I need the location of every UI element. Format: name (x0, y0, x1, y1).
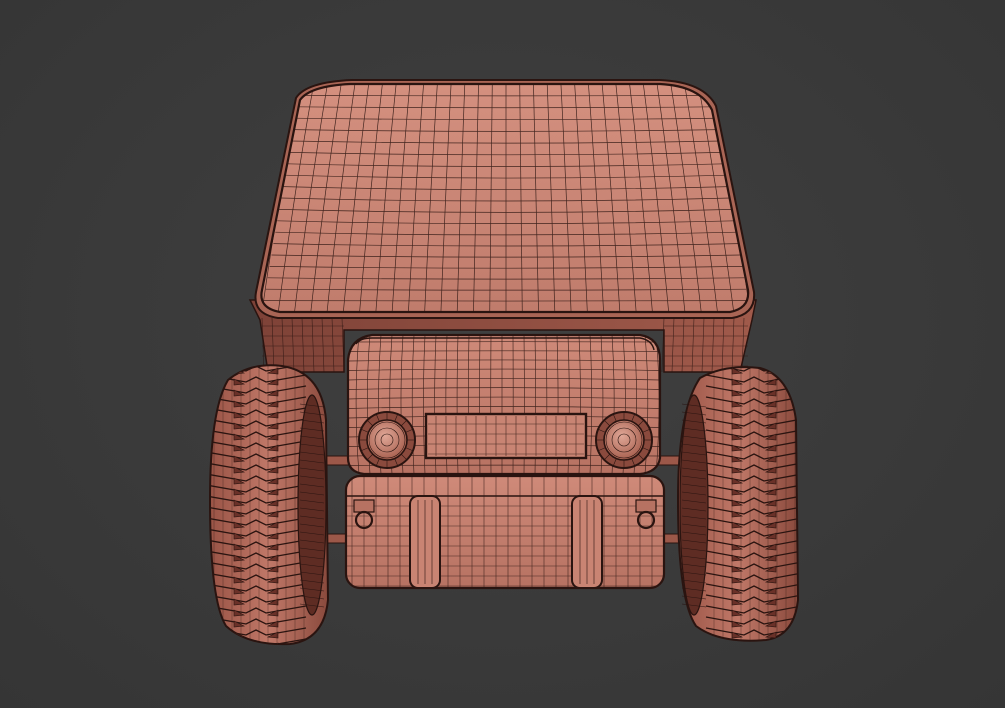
wireframe-edge (732, 643, 742, 649)
front-right-tire (676, 366, 802, 660)
left-headlight (358, 411, 416, 469)
wireframe-edge (233, 642, 246, 645)
vehicle-model (206, 79, 802, 660)
wireframe-edge (268, 654, 278, 660)
front-left-tire (206, 364, 330, 660)
bumper-guard-left (409, 495, 441, 589)
front-bumper (344, 474, 666, 590)
wireframe-edge (706, 650, 802, 657)
3d-viewport[interactable] (0, 0, 1005, 708)
wireframe-edge (766, 654, 776, 660)
wireframe-edge (732, 654, 742, 660)
right-headlight (595, 411, 653, 469)
wireframe-edge (766, 643, 776, 649)
roof-panel (254, 79, 756, 319)
grille-plate (424, 412, 588, 460)
wireframe-edge (234, 654, 244, 660)
bumper-guard-right (571, 495, 603, 589)
wireframe-edge (206, 650, 306, 657)
